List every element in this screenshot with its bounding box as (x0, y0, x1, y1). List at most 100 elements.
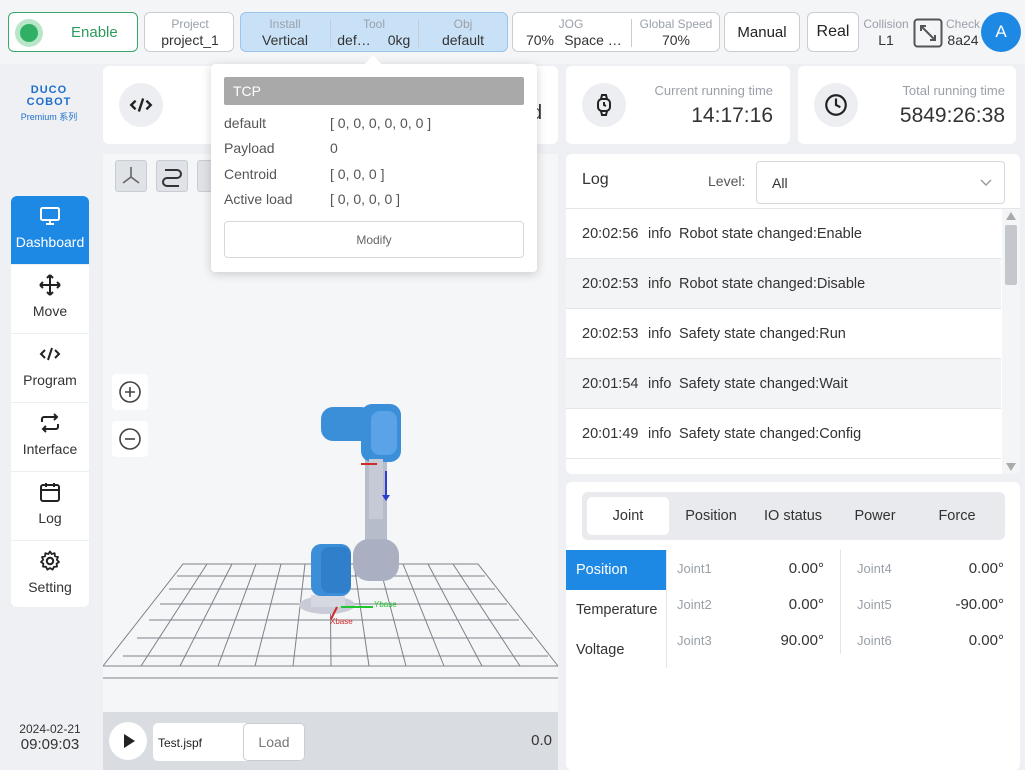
joint-label: Joint3 (677, 633, 712, 648)
tcp-row-value: 0 (330, 140, 338, 156)
progress-value: 0.0 (531, 732, 552, 749)
tab-position[interactable]: Position (670, 497, 752, 535)
tcp-row-key: Payload (224, 140, 275, 156)
tab-power[interactable]: Power (834, 497, 916, 535)
install-value: Vertical (262, 32, 308, 48)
log-entry-time: 20:02:53 (582, 326, 639, 342)
sidebar-item-interface[interactable]: Interface (11, 403, 89, 472)
tab-force[interactable]: Force (916, 497, 998, 535)
side-tab-voltage[interactable]: Voltage (566, 630, 666, 670)
check-label: Check (945, 17, 981, 31)
joint-label: Joint1 (677, 561, 712, 576)
tab-joint[interactable]: Joint (587, 497, 669, 535)
tool-load-value: 0kg (387, 32, 411, 48)
zoom-in-button[interactable] (112, 374, 148, 410)
zoom-out-button[interactable] (112, 421, 148, 457)
joint-label: Joint2 (677, 597, 712, 612)
tcp-row-key: default (224, 115, 267, 131)
manual-mode-button[interactable]: Manual (724, 12, 800, 52)
program-run-bar: Test.jspf Load 0.0 (103, 712, 558, 770)
global-speed-value: 70% (661, 32, 691, 48)
enable-status-icon (15, 19, 43, 47)
total-running-time-card: Total running time 5849:26:38 (798, 66, 1016, 144)
gear-icon (40, 550, 60, 571)
joint-value: 0.00° (968, 632, 1004, 649)
side-tab-position[interactable]: Position (566, 550, 666, 590)
joint-label: Joint4 (857, 561, 892, 576)
install-label: Install (269, 17, 301, 31)
collision-value[interactable]: L1 (878, 32, 894, 48)
log-level-value: All (772, 175, 788, 191)
log-entry-level: info (648, 326, 672, 342)
enable-button[interactable]: Enable (8, 12, 138, 52)
program-code-button[interactable] (119, 83, 163, 127)
modify-tcp-button[interactable]: Modify (224, 221, 524, 258)
zoom-out-icon (119, 428, 141, 450)
log-entry-message: Safety state changed:Wait (679, 376, 848, 392)
joint-label: Joint6 (857, 633, 892, 648)
real-mode-button[interactable]: Real (807, 12, 859, 52)
divider (631, 19, 632, 47)
global-speed-label: Global Speed (639, 17, 713, 31)
jog-value: 70% (525, 32, 555, 48)
scroll-down-icon[interactable] (1005, 462, 1017, 472)
user-avatar[interactable]: A (981, 12, 1021, 52)
install-tool-obj-selector[interactable]: Install Vertical Tool def… 0kg Obj defau… (240, 12, 508, 52)
joint-value: -90.00° (955, 596, 1004, 613)
view-path-button[interactable] (156, 160, 188, 192)
view-option-button[interactable] (197, 160, 211, 192)
sidebar-item-label: Interface (22, 441, 78, 457)
tcp-row-key: Active load (224, 191, 293, 207)
brand-logo: DUCO COBOT Premium 系列 (14, 84, 84, 123)
sidebar-item-log[interactable]: Log (11, 472, 89, 541)
log-entry-message: Safety state changed:Config (679, 426, 862, 442)
log-scrollbar[interactable] (1002, 209, 1020, 474)
log-entry-message: Robot state changed:Enable (679, 226, 862, 242)
program-file-field[interactable]: Test.jspf Load (153, 723, 305, 761)
obj-label: Obj (453, 17, 473, 31)
log-level-select[interactable]: All (756, 161, 1005, 204)
sidebar-item-program[interactable]: Program (11, 334, 89, 403)
log-entry: 20:02:53 info Robot state changed:Disabl… (566, 259, 1001, 309)
tool-label: Tool (362, 17, 386, 31)
y-axis-label: Ybase (374, 600, 397, 609)
monitor-icon (40, 207, 60, 225)
sidebar-item-setting[interactable]: Setting (11, 541, 89, 607)
clock-icon (814, 83, 858, 127)
fullscreen-icon[interactable] (913, 18, 943, 48)
side-tab-temperature[interactable]: Temperature (566, 590, 666, 630)
log-entry: 20:01:49 info Safety state changed:Confi… (566, 409, 1001, 459)
jog-speed-selector[interactable]: JOG 70% Space … Global Speed 70% (512, 12, 720, 52)
log-entry-level: info (648, 226, 672, 242)
tab-io-status[interactable]: IO status (752, 497, 834, 535)
scrollbar-thumb[interactable] (1005, 225, 1017, 285)
project-selector[interactable]: Project project_1 (144, 12, 234, 52)
watch-icon (582, 83, 626, 127)
tcp-row-value: [ 0, 0, 0 ] (330, 166, 385, 182)
load-program-button[interactable]: Load (243, 723, 305, 761)
current-running-time-card: Current running time 14:17:16 (566, 66, 790, 144)
scroll-up-icon[interactable] (1005, 211, 1017, 221)
sidebar-item-label: Setting (28, 579, 72, 595)
sidebar-item-label: Dashboard (15, 234, 85, 250)
tcp-popup-title: TCP (224, 77, 524, 105)
jog-label: JOG (558, 17, 584, 31)
sidebar-item-dashboard[interactable]: Dashboard (11, 196, 89, 265)
log-list[interactable]: 20:02:56 info Robot state changed:Enable… (566, 208, 1020, 474)
tcp-popup: TCP default [ 0, 0, 0, 0, 0, 0 ] Payload… (211, 64, 537, 272)
log-entry-level: info (648, 276, 672, 292)
obj-value: default (441, 32, 485, 48)
log-entry-message: Robot state changed:Disable (679, 276, 866, 292)
x-axis-label: Xbase (330, 617, 353, 626)
log-entry-level: info (648, 376, 672, 392)
robot-arm-model (299, 404, 401, 620)
status-tab-bar: Joint Position IO status Power Force (582, 492, 1005, 540)
play-icon (124, 734, 135, 748)
sidebar-item-move[interactable]: Move (11, 265, 89, 334)
log-entry: 20:02:56 info Robot state changed:Enable (566, 209, 1001, 259)
play-button[interactable] (109, 722, 147, 760)
log-entry-time: 20:02:56 (582, 226, 639, 242)
tcp-row-value: [ 0, 0, 0, 0 ] (330, 191, 401, 207)
view-axis-button[interactable] (115, 160, 147, 192)
joint-value: 90.00° (780, 632, 824, 649)
